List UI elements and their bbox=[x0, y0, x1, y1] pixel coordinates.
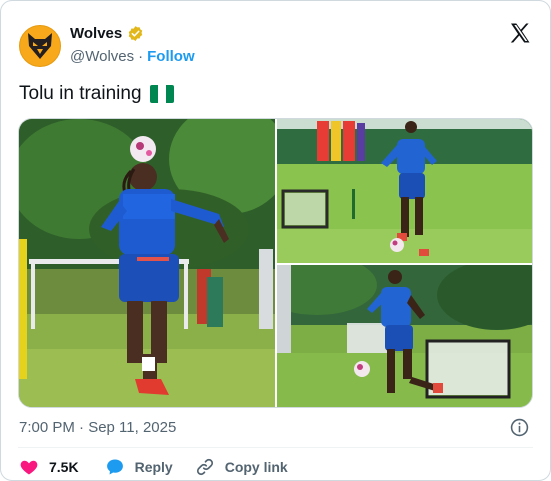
copy-link-label: Copy link bbox=[224, 459, 288, 475]
avatar[interactable] bbox=[19, 25, 61, 67]
action-bar: 7.5K Reply Copy link bbox=[19, 457, 288, 477]
like-button[interactable]: 7.5K bbox=[19, 457, 79, 477]
post-timestamp[interactable]: 7:00 PM · Sep 11, 2025 bbox=[19, 419, 176, 436]
divider bbox=[18, 447, 533, 448]
reply-icon bbox=[106, 459, 123, 475]
display-name[interactable]: Wolves bbox=[70, 25, 122, 42]
info-icon[interactable] bbox=[510, 418, 529, 437]
reply-button[interactable]: Reply bbox=[105, 457, 173, 477]
tweet-body: Tolu in training bbox=[19, 83, 142, 104]
training-photo-2[interactable] bbox=[277, 119, 532, 263]
handle[interactable]: @Wolves bbox=[70, 48, 134, 65]
tweet-text: Tolu in training bbox=[19, 83, 174, 105]
link-icon bbox=[196, 458, 213, 476]
wolves-logo-icon bbox=[28, 33, 52, 59]
embedded-post: Wolves @Wolves · Follow Tolu in training bbox=[0, 0, 551, 481]
training-photo-3[interactable] bbox=[277, 265, 532, 407]
training-photo-1[interactable] bbox=[19, 119, 275, 407]
follow-button[interactable]: Follow bbox=[147, 48, 195, 65]
x-logo-icon[interactable] bbox=[508, 21, 532, 45]
reply-label: Reply bbox=[134, 459, 173, 475]
copy-link-button[interactable]: Copy link bbox=[195, 457, 288, 477]
separator-dot: · bbox=[138, 48, 144, 65]
heart-icon bbox=[20, 460, 38, 475]
name-row: Wolves bbox=[70, 25, 144, 42]
media-grid bbox=[18, 118, 533, 408]
verified-badge-icon bbox=[129, 26, 143, 41]
nigeria-flag-icon bbox=[149, 85, 174, 103]
like-count: 7.5K bbox=[49, 459, 79, 475]
handle-row: @Wolves · Follow bbox=[70, 48, 195, 65]
